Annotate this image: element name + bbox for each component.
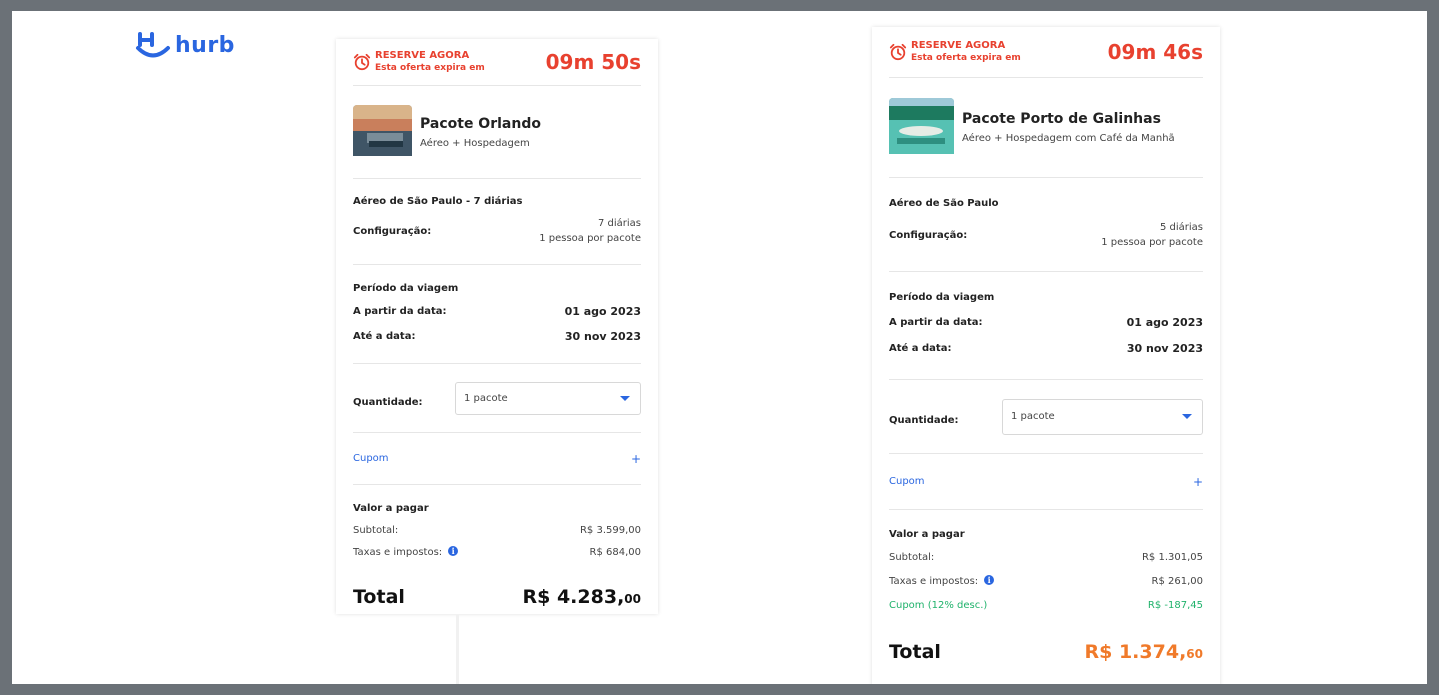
from-date-value: 01 ago 2023 [1126,316,1203,329]
info-icon[interactable]: i [984,575,995,585]
card-edge-stub [456,615,459,684]
from-date-label: A partir da data: [889,317,983,328]
total-label: Total [889,641,941,663]
config-label: Configuração: [889,229,968,241]
reserve-title: RESERVE AGORA [911,40,1006,51]
config-nights: 5 diárias [1159,222,1203,233]
reserve-subtitle: Esta oferta expira em [911,53,1021,63]
plus-icon[interactable]: + [1193,475,1203,489]
subtotal-value: R$ 1.301,05 [1141,552,1203,563]
package-title: Pacote Orlando [420,115,541,132]
quantity-label: Quantidade: [889,415,959,426]
flight-section: Aéreo de São Paulo Configuração: 5 diári… [889,178,1203,271]
screenshot-canvas: hurb RESERVE AGORA Esta oferta expira em… [12,11,1427,684]
reserve-title: RESERVE AGORA [375,50,470,61]
taxes-value: R$ 261,00 [1151,575,1203,587]
subtotal-label: Subtotal: [889,552,935,563]
quantity-section: Quantidade: 1 pacote [889,380,1203,453]
from-date-label: A partir da data: [353,306,447,317]
quantity-select-value: 1 pacote [464,392,508,404]
to-date-value: 30 nov 2023 [1126,342,1203,355]
to-date-label: Até a data: [353,331,416,342]
reserve-banner: RESERVE AGORA Esta oferta expira em 09m … [353,39,641,85]
package-summary: Pacote Orlando Aéreo + Hospedagem [353,86,641,178]
total-value: R$ 1.374, [1084,641,1187,663]
hurb-logo[interactable]: hurb [135,31,235,61]
checkout-card-orlando: RESERVE AGORA Esta oferta expira em 09m … [336,39,658,614]
alarm-clock-icon [353,53,371,71]
config-label: Configuração: [353,225,432,237]
chevron-down-icon [1182,414,1192,419]
from-date-value: 01 ago 2023 [564,305,641,318]
countdown-timer: 09m 46s [1107,40,1203,64]
countdown-timer: 09m 50s [545,50,641,74]
discount-value: R$ -187,45 [1147,600,1203,611]
pay-title: Valor a pagar [889,529,965,540]
config-nights: 7 diárias [597,218,641,229]
quantity-select[interactable]: 1 pacote [1002,398,1203,435]
subtotal-label: Subtotal: [353,525,399,536]
coupon-toggle[interactable]: Cupom + [889,454,1203,509]
pay-title: Valor a pagar [353,503,429,514]
to-date-label: Até a data: [889,343,952,354]
discount-label: Cupom (12% desc.) [889,600,988,611]
flight-section: Aéreo de São Paulo - 7 diárias Configura… [353,179,641,264]
total-label: Total [353,586,405,608]
package-summary: Pacote Porto de Galinhas Aéreo + Hospeda… [889,78,1203,177]
reserve-banner: RESERVE AGORA Esta oferta expira em 09m … [889,27,1203,77]
period-title: Período da viagem [353,283,459,294]
plus-icon[interactable]: + [631,452,641,466]
alarm-clock-icon [889,43,907,61]
quantity-label: Quantidade: [353,396,423,408]
package-subtitle: Aéreo + Hospedagem com Café da Manhã [962,133,1175,144]
total-cents: 00 [624,592,641,606]
quantity-section: Quantidade: 1 pacote [353,364,641,432]
package-subtitle: Aéreo + Hospedagem [420,137,530,149]
info-icon[interactable]: i [448,546,459,556]
coupon-label: Cupom [889,476,925,487]
flight-title: Aéreo de São Paulo - 7 diárias [353,196,523,207]
checkout-card-porto-de-galinhas: RESERVE AGORA Esta oferta expira em 09m … [872,27,1220,684]
period-section: Período da viagem A partir da data: 01 a… [353,265,641,363]
coupon-toggle[interactable]: Cupom + [353,433,641,484]
total-value: R$ 4.283, [522,586,625,608]
to-date-value: 30 nov 2023 [564,330,641,343]
taxes-label: Taxas e impostos: [889,576,979,587]
package-thumbnail [353,104,412,160]
package-thumbnail [889,97,954,158]
package-title: Pacote Porto de Galinhas [962,111,1161,127]
quantity-select[interactable]: 1 pacote [455,381,641,415]
payment-section: Valor a pagar Subtotal: R$ 1.301,05 Taxa… [889,510,1203,663]
total-cents: 60 [1186,647,1203,661]
period-section: Período da viagem A partir da data: 01 a… [889,272,1203,379]
hurb-logo-icon [136,32,170,58]
quantity-select-value: 1 pacote [1011,411,1055,422]
reserve-subtitle: Esta oferta expira em [375,63,485,73]
payment-section: Valor a pagar Subtotal: R$ 3.599,00 Taxa… [353,485,641,608]
period-title: Período da viagem [889,292,995,303]
coupon-label: Cupom [353,453,389,464]
config-people: 1 pessoa por pacote [539,233,641,244]
taxes-label: Taxas e impostos: [353,547,443,558]
chevron-down-icon [620,395,630,401]
taxes-value: R$ 684,00 [589,546,641,558]
config-people: 1 pessoa por pacote [1101,237,1203,248]
flight-title: Aéreo de São Paulo [889,198,999,209]
hurb-logo-text: hurb [175,32,235,58]
subtotal-value: R$ 3.599,00 [579,525,641,536]
